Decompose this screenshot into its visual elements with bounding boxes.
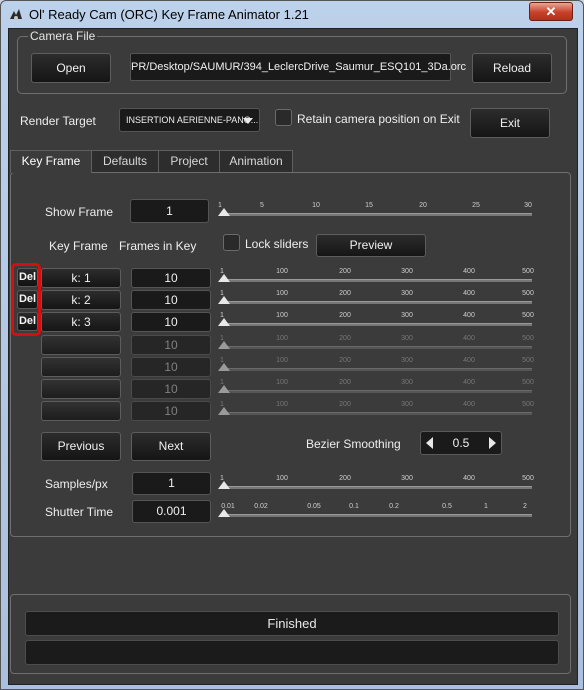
- keyframe-button[interactable]: [41, 357, 121, 377]
- secondary-status-bar: [25, 640, 559, 665]
- key-frame-column-header: Key Frame: [49, 239, 108, 253]
- frames-in-key-field[interactable]: 10: [131, 357, 211, 377]
- keyframe-slider[interactable]: [218, 361, 532, 375]
- shutter-time-slider[interactable]: [218, 507, 532, 521]
- samples-per-px-slider[interactable]: [218, 479, 532, 493]
- slider-thumb[interactable]: [218, 385, 230, 393]
- arrow-left-icon[interactable]: [423, 432, 437, 454]
- keyframe-slider[interactable]: [218, 339, 532, 353]
- shutter-time-field[interactable]: 0.001: [132, 500, 211, 523]
- frames-in-key-field[interactable]: 10: [131, 379, 211, 399]
- samples-per-px-field[interactable]: 1: [132, 472, 211, 495]
- title-bar[interactable]: Ol' Ready Cam (ORC) Key Frame Animator 1…: [1, 1, 583, 28]
- close-window-button[interactable]: ✕: [529, 2, 573, 21]
- keyframe-slider[interactable]: [218, 294, 532, 308]
- lock-sliders-label: Lock sliders: [245, 237, 309, 251]
- slider-track: [220, 368, 532, 371]
- tab-project[interactable]: Project: [158, 150, 220, 172]
- slider-track: [220, 514, 532, 517]
- arrow-right-icon[interactable]: [485, 432, 499, 454]
- slider-thumb[interactable]: [218, 407, 230, 415]
- slider-track: [220, 213, 532, 216]
- show-frame-label: Show Frame: [45, 205, 114, 219]
- previous-button[interactable]: Previous: [41, 432, 121, 461]
- open-button[interactable]: Open: [31, 53, 111, 83]
- frames-in-key-column-header: Frames in Key: [119, 239, 197, 253]
- keyframe-button[interactable]: [41, 379, 121, 399]
- app-icon: [10, 9, 22, 20]
- frames-in-key-field[interactable]: 10: [131, 312, 211, 332]
- keyframe-slider[interactable]: [218, 272, 532, 286]
- retain-camera-label: Retain camera position on Exit: [297, 112, 460, 126]
- preview-button[interactable]: Preview: [316, 234, 426, 257]
- tab-key-frame[interactable]: Key Frame: [10, 150, 92, 173]
- keyframe-slider[interactable]: [218, 383, 532, 397]
- tab-animation[interactable]: Animation: [219, 150, 293, 172]
- render-target-select[interactable]: INSERTION AERIENNE-PANO...: [119, 108, 260, 132]
- slider-track: [220, 279, 532, 282]
- slider-thumb[interactable]: [218, 481, 230, 489]
- slider-thumb[interactable]: [218, 274, 230, 282]
- keyframe-button[interactable]: k: 1: [41, 268, 121, 288]
- keyframe-button[interactable]: [41, 401, 121, 421]
- slider-track: [220, 301, 532, 304]
- reload-button[interactable]: Reload: [472, 53, 552, 83]
- show-frame-field[interactable]: 1: [130, 199, 209, 223]
- samples-per-px-label: Samples/px: [45, 477, 108, 491]
- bezier-smoothing-value: 0.5: [452, 436, 470, 450]
- render-target-selected: INSERTION AERIENNE-PANO...: [126, 115, 259, 125]
- slider-thumb[interactable]: [218, 509, 230, 517]
- chevron-down-icon: [243, 118, 253, 124]
- render-target-label: Render Target: [20, 114, 96, 128]
- slider-track: [220, 412, 532, 415]
- camera-file-path[interactable]: PR/Desktop/SAUMUR/394_LeclercDrive_Saumu…: [130, 53, 466, 81]
- slider-track: [220, 323, 532, 326]
- lock-sliders-checkbox[interactable]: [223, 234, 240, 251]
- keyframe-button[interactable]: k: 2: [41, 290, 121, 310]
- bezier-smoothing-spinner[interactable]: 0.5: [420, 431, 502, 455]
- status-message-bar: Finished: [25, 611, 559, 636]
- slider-thumb[interactable]: [218, 318, 230, 326]
- frames-in-key-field[interactable]: 10: [131, 401, 211, 421]
- del-highlight-outline: [11, 263, 41, 336]
- slider-track: [220, 486, 532, 489]
- slider-thumb[interactable]: [218, 208, 230, 216]
- next-button[interactable]: Next: [131, 432, 211, 461]
- frames-in-key-field[interactable]: 10: [131, 268, 211, 288]
- shutter-time-label: Shutter Time: [45, 505, 114, 519]
- slider-thumb[interactable]: [218, 296, 230, 304]
- bezier-smoothing-label: Bezier Smoothing: [306, 437, 401, 451]
- slider-thumb[interactable]: [218, 341, 230, 349]
- keyframe-button[interactable]: [41, 335, 121, 355]
- keyframe-slider[interactable]: [218, 316, 532, 330]
- window-title: Ol' Ready Cam (ORC) Key Frame Animator 1…: [29, 7, 309, 22]
- retain-camera-checkbox[interactable]: [275, 109, 292, 126]
- camera-file-group-label: Camera File: [28, 29, 98, 43]
- frames-in-key-field[interactable]: 10: [131, 335, 211, 355]
- frames-in-key-field[interactable]: 10: [131, 290, 211, 310]
- slider-thumb[interactable]: [218, 363, 230, 371]
- show-frame-slider[interactable]: [218, 206, 532, 220]
- slider-track: [220, 390, 532, 393]
- keyframe-button[interactable]: k: 3: [41, 312, 121, 332]
- exit-button[interactable]: Exit: [470, 108, 550, 138]
- keyframe-slider[interactable]: [218, 405, 532, 419]
- slider-track: [220, 346, 532, 349]
- tab-defaults[interactable]: Defaults: [91, 150, 159, 172]
